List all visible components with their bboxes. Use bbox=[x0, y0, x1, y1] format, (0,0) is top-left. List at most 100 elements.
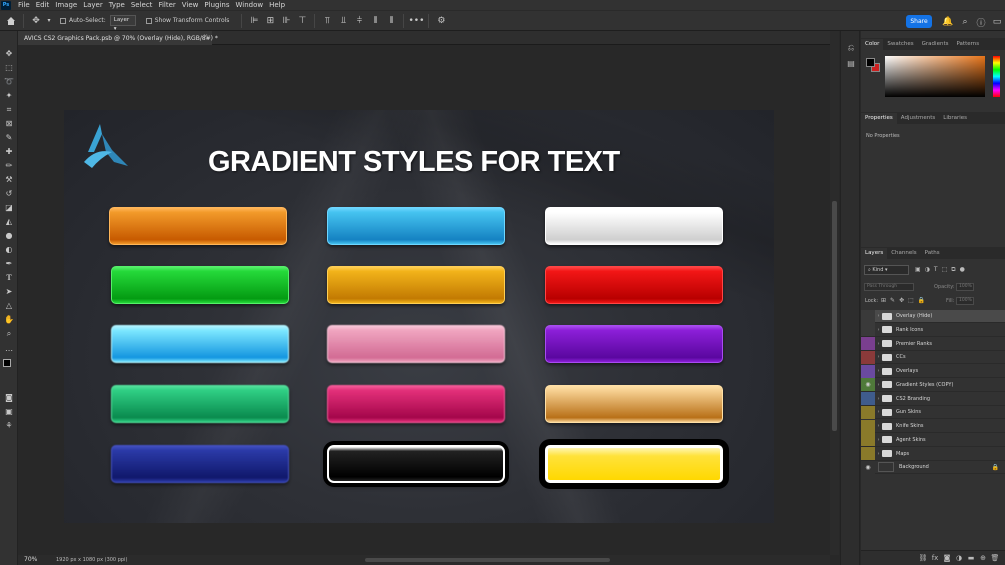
home-icon[interactable] bbox=[4, 14, 18, 28]
foreground-color-swatch[interactable] bbox=[3, 359, 11, 367]
distribute-horizontal-icon[interactable]: ⫴ bbox=[368, 14, 382, 28]
visibility-eye-icon[interactable] bbox=[861, 323, 875, 337]
visibility-eye-icon[interactable] bbox=[861, 364, 875, 378]
dodge-tool-icon[interactable]: ◐ bbox=[2, 243, 16, 256]
show-transform-checkbox[interactable] bbox=[145, 17, 152, 24]
scrollbar-thumb[interactable] bbox=[365, 558, 610, 562]
move-tool-icon[interactable]: ✥ bbox=[29, 14, 43, 28]
trash-icon[interactable]: 🗑 bbox=[989, 554, 1001, 562]
move-tool-icon[interactable]: ✥ bbox=[2, 47, 16, 60]
blend-mode-select[interactable]: Pass Through bbox=[864, 283, 914, 291]
menu-select[interactable]: Select bbox=[128, 0, 156, 10]
menu-help[interactable]: Help bbox=[266, 0, 288, 10]
chevron-right-icon[interactable]: › bbox=[875, 368, 882, 374]
type-tool-icon[interactable]: T bbox=[2, 271, 16, 284]
new-group-icon[interactable]: ▬ bbox=[965, 554, 977, 562]
close-icon[interactable]: × bbox=[203, 33, 208, 40]
tab-gradients[interactable]: Gradients bbox=[918, 39, 953, 50]
adjustment-filter-icon[interactable]: ◑ bbox=[925, 266, 930, 275]
photoshop-logo-icon[interactable]: Ps bbox=[1, 0, 11, 10]
align-center-icon[interactable]: ⊞ bbox=[263, 14, 277, 28]
chevron-down-icon[interactable]: ▾ bbox=[45, 14, 53, 28]
tab-color[interactable]: Color bbox=[861, 39, 884, 50]
pixel-filter-icon[interactable]: ▣ bbox=[915, 266, 921, 275]
lasso-tool-icon[interactable]: ➰ bbox=[2, 75, 16, 88]
filter-toggle-icon[interactable]: ● bbox=[960, 266, 965, 275]
comments-panel-icon[interactable]: ▤ bbox=[846, 58, 856, 68]
chevron-right-icon[interactable]: › bbox=[875, 354, 882, 360]
shape-filter-icon[interactable]: ⬚ bbox=[942, 266, 948, 275]
visibility-eye-icon[interactable] bbox=[861, 433, 875, 447]
visibility-eye-icon[interactable] bbox=[861, 392, 875, 405]
document-tab[interactable]: AVICS CS2 Graphics Pack.psb @ 70% (Overl… bbox=[18, 31, 218, 45]
document-info[interactable]: 1920 px x 1080 px (300 ppi) bbox=[56, 557, 127, 563]
visibility-eye-icon[interactable] bbox=[861, 447, 875, 460]
hue-slider[interactable] bbox=[993, 56, 1000, 97]
zoom-level[interactable]: 70% bbox=[24, 556, 37, 563]
layer-mask-icon[interactable]: ◙ bbox=[941, 554, 953, 562]
layer-style-icon[interactable]: fx bbox=[929, 554, 941, 562]
layer-row[interactable]: › Agent Skins bbox=[861, 433, 1005, 447]
zoom-tool-icon[interactable]: ⌕ bbox=[2, 327, 16, 340]
chevron-right-icon[interactable]: › bbox=[875, 313, 882, 319]
tab-libraries[interactable]: Libraries bbox=[939, 113, 971, 124]
path-selection-tool-icon[interactable]: ➤ bbox=[2, 285, 16, 298]
opacity-input[interactable]: 100% bbox=[956, 283, 974, 291]
hand-tool-icon[interactable]: ✋ bbox=[2, 313, 16, 326]
tab-adjustments[interactable]: Adjustments bbox=[897, 113, 939, 124]
chevron-right-icon[interactable]: › bbox=[875, 409, 882, 415]
visibility-eye-icon[interactable] bbox=[861, 337, 875, 350]
gear-icon[interactable]: ⚙ bbox=[434, 14, 448, 28]
smart-object-filter-icon[interactable]: ⧉ bbox=[951, 266, 955, 275]
chevron-right-icon[interactable]: › bbox=[875, 327, 882, 333]
visibility-eye-icon[interactable]: ◉ bbox=[861, 378, 875, 392]
marquee-tool-icon[interactable]: ⬚ bbox=[2, 61, 16, 74]
layer-row[interactable]: › Rank Icons bbox=[861, 323, 1005, 337]
layer-kind-filter[interactable]: ⌕ Kind ▾ bbox=[864, 265, 909, 275]
more-tools-icon[interactable]: ⋯ bbox=[2, 344, 16, 357]
layer-row[interactable]: › Gun Skins bbox=[861, 405, 1005, 420]
layer-row[interactable]: › Premier Ranks bbox=[861, 337, 1005, 351]
lock-artboard-icon[interactable]: ⬚ bbox=[908, 297, 914, 305]
shape-tool-icon[interactable]: △ bbox=[2, 299, 16, 312]
layer-row[interactable]: ◉ Background 🔒 bbox=[861, 460, 1005, 475]
visibility-eye-icon[interactable]: ◉ bbox=[861, 460, 875, 474]
layer-row[interactable]: › CS2 Branding bbox=[861, 392, 1005, 406]
layer-row[interactable]: › Maps bbox=[861, 447, 1005, 461]
lock-pixels-icon[interactable]: ✎ bbox=[890, 297, 895, 305]
tab-swatches[interactable]: Swatches bbox=[883, 39, 917, 50]
vertical-scrollbar[interactable] bbox=[830, 31, 839, 555]
menu-type[interactable]: Type bbox=[106, 0, 128, 10]
paint-bucket-tool-icon[interactable]: ◭ bbox=[2, 215, 16, 228]
new-layer-icon[interactable]: ⊕ bbox=[977, 554, 989, 562]
lock-position-icon[interactable]: ✥ bbox=[899, 297, 904, 305]
eyedropper-tool-icon[interactable]: ✎ bbox=[2, 131, 16, 144]
chevron-right-icon[interactable]: › bbox=[875, 341, 882, 347]
visibility-eye-icon[interactable] bbox=[861, 405, 875, 419]
stamp-tool-icon[interactable]: ⚒ bbox=[2, 173, 16, 186]
chevron-right-icon[interactable]: › bbox=[875, 382, 882, 388]
align-left-icon[interactable]: ⊫ bbox=[247, 14, 261, 28]
brush-tool-icon[interactable]: ✏ bbox=[2, 159, 16, 172]
menu-edit[interactable]: Edit bbox=[33, 0, 53, 10]
magic-wand-tool-icon[interactable]: ✦ bbox=[2, 89, 16, 102]
tab-properties[interactable]: Properties bbox=[861, 113, 897, 124]
menu-layer[interactable]: Layer bbox=[80, 0, 106, 10]
scrollbar-thumb[interactable] bbox=[832, 201, 837, 431]
lock-transparency-icon[interactable]: ⊞ bbox=[881, 297, 886, 305]
tab-layers[interactable]: Layers bbox=[861, 248, 888, 259]
menu-window[interactable]: Window bbox=[232, 0, 266, 10]
align-right-icon[interactable]: ⊪ bbox=[279, 14, 293, 28]
pen-tool-icon[interactable]: ✒ bbox=[2, 257, 16, 270]
blur-tool-icon[interactable]: ● bbox=[2, 229, 16, 242]
link-layers-icon[interactable]: ⛓ bbox=[917, 554, 929, 562]
auto-select-checkbox[interactable] bbox=[60, 17, 66, 24]
menu-plugins[interactable]: Plugins bbox=[201, 0, 232, 10]
chevron-right-icon[interactable]: › bbox=[875, 437, 882, 443]
menu-view[interactable]: View bbox=[179, 0, 202, 10]
history-brush-tool-icon[interactable]: ↺ bbox=[2, 187, 16, 200]
tab-patterns[interactable]: Patterns bbox=[952, 39, 983, 50]
fill-input[interactable]: 100% bbox=[956, 297, 974, 305]
tab-paths[interactable]: Paths bbox=[921, 248, 944, 259]
workspace-icon[interactable]: ▭ bbox=[990, 15, 1004, 29]
